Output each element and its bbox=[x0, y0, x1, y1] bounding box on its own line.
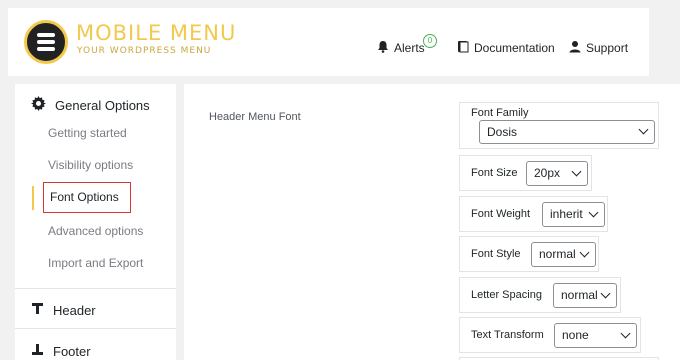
chevron-down-icon bbox=[571, 166, 582, 176]
sidebar-divider bbox=[15, 328, 176, 329]
sidebar-item-font-options[interactable]: Font Options bbox=[43, 182, 131, 213]
font-style-select[interactable]: normal bbox=[531, 242, 596, 267]
logo-title: MOBILE MENU bbox=[76, 21, 237, 45]
font-style-field: Font Style normal bbox=[459, 236, 599, 272]
mobile-menu-logo-icon bbox=[24, 20, 68, 64]
active-item-marker bbox=[32, 186, 34, 210]
text-transform-value: none bbox=[562, 328, 589, 342]
sidebar-header[interactable]: Header bbox=[31, 302, 96, 318]
general-options-label: General Options bbox=[55, 97, 150, 113]
font-weight-select[interactable]: inherit bbox=[542, 202, 605, 227]
font-family-select[interactable]: Dosis bbox=[479, 120, 655, 144]
sidebar-item-getting-started[interactable]: Getting started bbox=[48, 126, 127, 140]
font-weight-field: Font Weight inherit bbox=[459, 196, 608, 232]
font-family-field: Font Family Dosis bbox=[459, 102, 659, 149]
footer-icon bbox=[31, 343, 44, 359]
sidebar-footer[interactable]: Footer bbox=[31, 343, 91, 359]
bell-icon bbox=[377, 40, 389, 56]
sidebar: General Options Getting started Visibili… bbox=[15, 84, 176, 360]
header-icon bbox=[31, 302, 44, 318]
font-size-select[interactable]: 20px bbox=[526, 161, 588, 186]
sidebar-item-import-export[interactable]: Import and Export bbox=[48, 256, 143, 270]
alerts-count-badge: 0 bbox=[423, 34, 437, 48]
font-size-label: Font Size bbox=[471, 167, 518, 179]
header-menu-font-label: Header Menu Font bbox=[209, 111, 301, 123]
documentation-link[interactable]: Documentation bbox=[457, 40, 555, 56]
text-transform-label: Text Transform bbox=[471, 329, 544, 341]
alerts-label: Alerts bbox=[394, 41, 425, 55]
support-link[interactable]: Support bbox=[569, 40, 628, 56]
chevron-down-icon bbox=[620, 328, 631, 338]
chevron-down-icon bbox=[600, 288, 611, 298]
user-icon bbox=[569, 40, 581, 56]
footer-label: Footer bbox=[53, 343, 91, 359]
documentation-label: Documentation bbox=[474, 41, 555, 55]
sidebar-item-visibility-options[interactable]: Visibility options bbox=[48, 158, 133, 172]
main-panel: Header Menu Font Font Family Dosis Font … bbox=[184, 84, 680, 360]
chevron-down-icon bbox=[588, 207, 599, 217]
chevron-down-icon bbox=[579, 247, 590, 257]
font-weight-label: Font Weight bbox=[471, 208, 531, 220]
sidebar-divider bbox=[15, 288, 176, 289]
font-family-value: Dosis bbox=[487, 125, 518, 139]
letter-spacing-field: Letter Spacing normal bbox=[459, 277, 621, 313]
font-size-value: 20px bbox=[534, 166, 561, 180]
sidebar-item-advanced-options[interactable]: Advanced options bbox=[48, 224, 143, 238]
chevron-down-icon bbox=[638, 124, 649, 135]
book-icon bbox=[457, 40, 469, 56]
text-transform-select[interactable]: none bbox=[554, 323, 637, 348]
support-label: Support bbox=[586, 41, 629, 55]
top-header-bar: MOBILE MENU YOUR WORDPRESS MENU Alerts 0… bbox=[8, 8, 649, 76]
font-style-label: Font Style bbox=[471, 248, 521, 260]
header-label: Header bbox=[53, 302, 96, 318]
font-style-value: normal bbox=[539, 247, 576, 261]
gear-icon bbox=[31, 96, 46, 114]
sidebar-general-options[interactable]: General Options bbox=[31, 96, 150, 114]
alerts-link[interactable]: Alerts bbox=[377, 40, 425, 56]
letter-spacing-value: normal bbox=[561, 288, 598, 302]
font-weight-value: inherit bbox=[550, 207, 583, 221]
logo-subtitle: YOUR WORDPRESS MENU bbox=[77, 46, 212, 56]
font-size-field: Font Size 20px bbox=[459, 155, 592, 191]
text-transform-field: Text Transform none bbox=[459, 317, 641, 353]
letter-spacing-label: Letter Spacing bbox=[471, 289, 542, 301]
letter-spacing-select[interactable]: normal bbox=[553, 283, 617, 308]
font-family-label: Font Family bbox=[471, 107, 529, 119]
